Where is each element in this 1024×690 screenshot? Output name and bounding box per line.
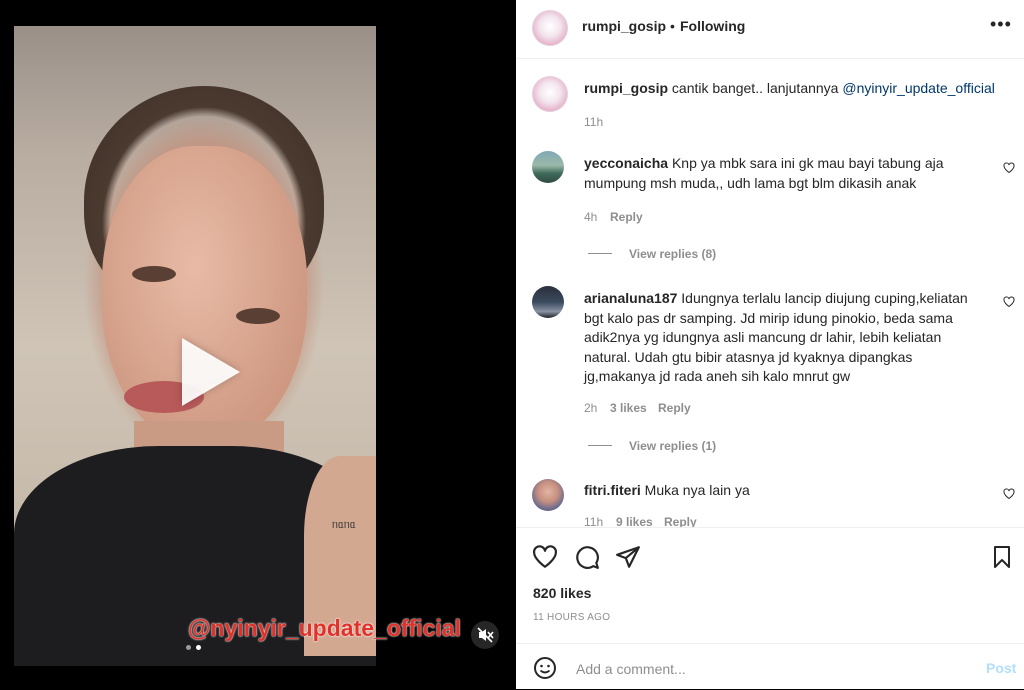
comment-username[interactable]: yecconaicha [584, 155, 668, 171]
caption-avatar[interactable] [532, 76, 568, 112]
post-header: rumpi_gosip • Following ••• [516, 0, 1024, 59]
comment-text: Muka nya lain ya [644, 482, 750, 498]
comment-reply-button[interactable]: Reply [610, 210, 643, 224]
post-details-panel: rumpi_gosip • Following ••• rumpi_gosip … [516, 0, 1024, 689]
mute-button[interactable] [471, 621, 499, 649]
comment-avatar[interactable] [532, 479, 564, 511]
muted-speaker-icon [477, 627, 494, 643]
more-options-button[interactable]: ••• [990, 14, 1012, 35]
author-username[interactable]: rumpi_gosip [582, 18, 666, 34]
action-bar [516, 527, 1024, 590]
following-button[interactable]: Following [680, 18, 745, 34]
comment-body: arianaluna187 Idungnya terlalu lancip di… [584, 289, 982, 387]
comment-username[interactable]: fitri.fiteri [584, 482, 641, 498]
comment-reply-button[interactable]: Reply [658, 401, 691, 415]
video-overlay-watermark: @nyinyir_update_official [188, 615, 461, 641]
carousel-dot-active[interactable] [196, 645, 201, 650]
video-frame-eye-right [236, 308, 280, 324]
caption-username[interactable]: rumpi_gosip [584, 80, 668, 96]
comment-avatar[interactable] [532, 151, 564, 183]
post-time-ago[interactable]: 11 HOURS AGO [533, 612, 610, 623]
comment-timestamp[interactable]: 4h [584, 210, 597, 224]
comment-likes-count[interactable]: 3 likes [610, 401, 647, 415]
view-replies-button[interactable]: View replies (8) [629, 247, 716, 261]
comment-body: fitri.fiteri Muka nya lain ya [584, 481, 982, 501]
view-replies-button[interactable]: View replies (1) [629, 439, 716, 453]
carousel-dot[interactable] [186, 645, 191, 650]
header-separator: • [670, 18, 675, 34]
caption-timestamp[interactable]: 11h [584, 115, 603, 129]
heart-icon[interactable] [532, 544, 558, 570]
add-comment-bar: Post [516, 643, 1024, 690]
comments-list: rumpi_gosip cantik banget.. lanjutannya … [516, 59, 1024, 527]
carousel-indicator [186, 645, 201, 650]
comment-like-heart-icon[interactable] [1003, 162, 1015, 174]
likes-count[interactable]: 820 likes [533, 585, 591, 601]
comment-avatar[interactable] [532, 286, 564, 318]
comment-input[interactable] [574, 660, 958, 678]
bookmark-icon[interactable] [990, 544, 1014, 570]
comment-like-heart-icon[interactable] [1003, 488, 1015, 500]
comment-bubble-icon[interactable] [574, 544, 600, 570]
caption-text: cantik banget.. lanjutannya [671, 80, 843, 96]
media-pane: ᥒᥲᥒᥲ @nyinyir_update_official [0, 0, 516, 689]
author-avatar[interactable] [532, 10, 568, 46]
comment-likes-count[interactable]: 9 likes [616, 515, 653, 527]
replies-divider [588, 253, 612, 254]
comment-body: yecconaicha Knp ya mbk sara ini gk mau b… [584, 154, 969, 193]
video-frame-eye-left [132, 266, 176, 282]
emoji-icon[interactable] [533, 656, 557, 680]
caption-mention-link[interactable]: @nyinyir_update_official [842, 80, 995, 96]
comment-timestamp[interactable]: 11h [584, 515, 603, 527]
comment-like-heart-icon[interactable] [1003, 296, 1015, 308]
play-button[interactable] [164, 326, 254, 416]
comment-timestamp[interactable]: 2h [584, 401, 597, 415]
play-icon [182, 338, 240, 406]
video-frame-tattoo: ᥒᥲᥒᥲ [332, 519, 356, 531]
comment-reply-button[interactable]: Reply [664, 515, 697, 527]
replies-divider [588, 445, 612, 446]
post-comment-button[interactable]: Post [986, 660, 1016, 676]
comment-username[interactable]: arianaluna187 [584, 290, 677, 306]
paper-plane-icon[interactable] [615, 544, 641, 570]
caption-body: rumpi_gosip cantik banget.. lanjutannya … [584, 79, 1004, 99]
post-video[interactable]: ᥒᥲᥒᥲ [14, 26, 376, 666]
